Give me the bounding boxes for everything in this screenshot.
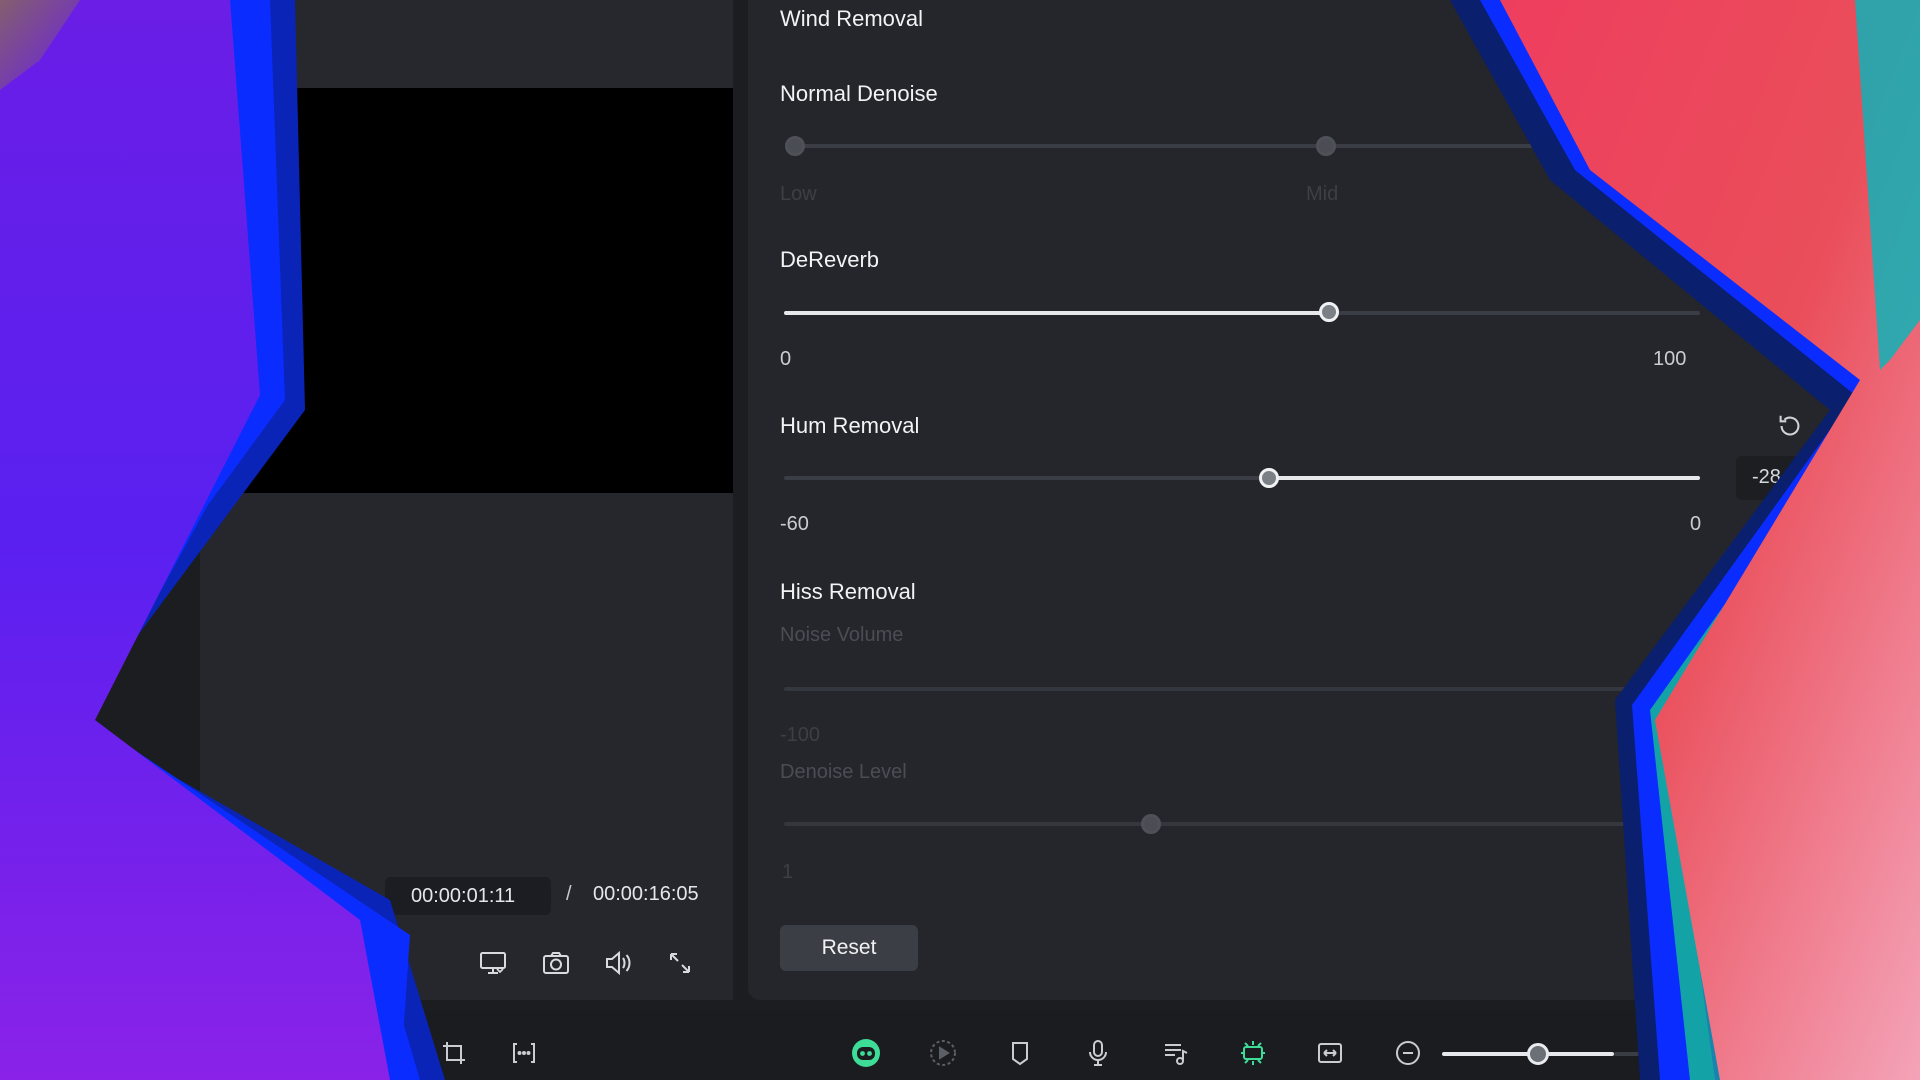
crop-icon[interactable] bbox=[436, 1035, 472, 1071]
hum-removal-max-label: 0 bbox=[1690, 513, 1702, 535]
volume-icon[interactable] bbox=[600, 945, 636, 981]
dereverb-max-label: 100 bbox=[1653, 348, 1687, 370]
dereverb-slider-fill bbox=[784, 311, 1329, 315]
subtitle-brackets-icon[interactable] bbox=[506, 1035, 542, 1071]
zoom-out-icon[interactable] bbox=[1390, 1035, 1426, 1071]
normal-denoise-low-label: Low bbox=[780, 183, 817, 205]
hum-removal-min-label: -60 bbox=[780, 513, 809, 535]
total-duration: 00:00:16:05 bbox=[593, 883, 699, 905]
fit-timeline-icon[interactable] bbox=[1312, 1035, 1348, 1071]
noise-volume-min-label: -100 bbox=[780, 724, 821, 746]
normal-denoise-slider-mid-stop[interactable] bbox=[1316, 136, 1336, 156]
normal-denoise-mid-label: Mid bbox=[1306, 183, 1339, 205]
zoom-slider-track[interactable] bbox=[1614, 1052, 1684, 1056]
reset-icon[interactable] bbox=[1772, 408, 1808, 444]
hum-removal-slider-thumb[interactable] bbox=[1259, 468, 1279, 488]
auto-highlight-icon[interactable] bbox=[1235, 1035, 1271, 1071]
preview-controls-area bbox=[200, 493, 733, 1000]
marker-icon[interactable] bbox=[1002, 1035, 1038, 1071]
app-window: 00:00:01:11 / 00:00:16:05 Wind Removal N… bbox=[0, 0, 1920, 1080]
zoom-slider-thumb[interactable] bbox=[1527, 1043, 1549, 1065]
noise-volume-slider-track[interactable] bbox=[784, 687, 1784, 691]
hiss-removal-title: Hiss Removal bbox=[780, 579, 916, 604]
audio-list-icon[interactable] bbox=[1157, 1035, 1193, 1071]
denoise-level-min-label: 1 bbox=[782, 861, 794, 883]
dereverb-min-label: 0 bbox=[780, 348, 792, 370]
denoise-level-slider-thumb[interactable] bbox=[1141, 814, 1161, 834]
microphone-icon[interactable] bbox=[1080, 1035, 1116, 1071]
preview-panel bbox=[200, 0, 733, 1000]
ai-copilot-icon[interactable] bbox=[848, 1035, 884, 1071]
reset-button[interactable]: Reset bbox=[780, 925, 918, 971]
denoise-level-slider-track[interactable] bbox=[784, 822, 1784, 826]
normal-denoise-title: Normal Denoise bbox=[780, 81, 938, 106]
hum-removal-title: Hum Removal bbox=[780, 413, 920, 438]
noise-volume-label: Noise Volume bbox=[780, 624, 904, 646]
dereverb-title: DeReverb bbox=[780, 247, 880, 272]
dereverb-slider-thumb[interactable] bbox=[1319, 302, 1339, 322]
video-preview[interactable] bbox=[200, 88, 733, 493]
play-range-icon[interactable] bbox=[925, 1035, 961, 1071]
normal-denoise-slider-track[interactable] bbox=[788, 144, 1788, 148]
preview-top-bar bbox=[200, 0, 733, 88]
wind-removal-title: Wind Removal bbox=[780, 6, 924, 31]
current-timecode: 00:00:01:11 bbox=[411, 885, 516, 907]
timecode-separator: / bbox=[566, 883, 572, 905]
hum-removal-value: -28 bbox=[1752, 466, 1781, 488]
denoise-level-label: Denoise Level bbox=[780, 761, 907, 783]
fullscreen-icon[interactable] bbox=[662, 945, 698, 981]
normal-denoise-slider-low-stop[interactable] bbox=[785, 136, 805, 156]
hum-removal-slider-fill bbox=[1270, 476, 1700, 480]
snapshot-icon[interactable] bbox=[538, 945, 574, 981]
render-preview-icon[interactable] bbox=[475, 945, 511, 981]
